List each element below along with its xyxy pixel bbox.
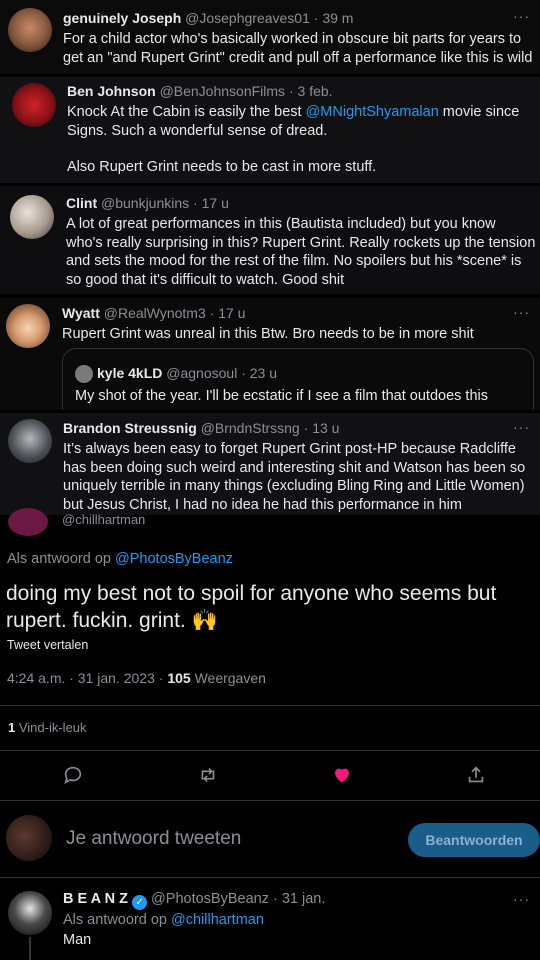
tweet-card-ben[interactable]: Ben Johnson @BenJohnsonFilms · 3 feb. Kn… [0, 77, 540, 183]
main-tweet-text: doing my best not to spoil for anyone wh… [6, 582, 497, 632]
translate-link[interactable]: Tweet vertalen [7, 638, 88, 652]
reply-to-handle[interactable]: @PhotosByBeanz [115, 551, 233, 567]
likes-stat[interactable]: 1 Vind-ik-leuk [8, 720, 87, 735]
avatar[interactable] [8, 891, 52, 935]
divider [0, 877, 540, 878]
tweet-card-wyatt[interactable]: Wyatt @RealWynotm3 · 17 u ··· Rupert Gri… [0, 298, 540, 410]
divider [0, 705, 540, 706]
avatar[interactable] [6, 304, 50, 348]
avatar[interactable] [8, 419, 52, 463]
reply-icon[interactable] [62, 764, 84, 786]
author-handle[interactable]: @Josephgreaves01 [185, 10, 310, 26]
tweet-time[interactable]: 17 u [202, 195, 229, 211]
retweet-icon[interactable] [197, 764, 219, 786]
tweet-time[interactable]: 13 u [312, 420, 339, 436]
cut-off-handle: @chillhartman [62, 512, 146, 527]
author-handle[interactable]: @RealWynotm3 [104, 305, 206, 321]
views-count: 105 [167, 670, 191, 686]
tweet-time[interactable]: 31 jan. [282, 891, 326, 907]
author-name[interactable]: B E A N Z [63, 891, 128, 907]
tweet-time[interactable]: 39 m [322, 10, 353, 26]
reply-to-prefix: Als antwoord op [63, 912, 172, 928]
more-options-icon[interactable]: ··· [513, 304, 530, 320]
views-label: Weergaven [190, 670, 266, 686]
cut-off-avatar [8, 508, 48, 536]
likes-label: Vind-ik-leuk [15, 720, 87, 735]
heart-icon[interactable] [331, 764, 353, 786]
tweet-text: For a child actor who's basically worked… [63, 31, 533, 66]
author-handle[interactable]: @BrndnStrssng [201, 420, 300, 436]
quote-text: My shot of the year. I'll be ecstatic if… [75, 388, 488, 404]
verified-badge-icon: ✓ [132, 895, 148, 910]
author-handle[interactable]: @BenJohnsonFilms [160, 83, 286, 99]
more-options-icon[interactable]: ··· [513, 419, 530, 435]
timestamp[interactable]: 4:24 a.m. · 31 jan. 2023 · [7, 670, 167, 686]
thread-line [29, 937, 31, 960]
divider [0, 750, 540, 751]
quoted-tweet[interactable]: kyle 4kLD @agnosoul · 23 u My shot of th… [62, 348, 534, 410]
more-options-icon[interactable]: ··· [513, 891, 530, 907]
more-options-icon[interactable]: ··· [513, 8, 530, 24]
dot-separator: · [241, 365, 246, 381]
author-name[interactable]: genuinely Joseph [63, 10, 181, 26]
dot-separator: · [303, 420, 309, 436]
dot-separator: · [272, 891, 278, 907]
tweet-text: Man [63, 932, 92, 948]
tweet-text: Rupert Grint was unreal in this Btw. Bro… [62, 326, 474, 342]
avatar[interactable] [10, 195, 54, 239]
tweet-text-part: Knock At the Cabin is easily the best [67, 104, 306, 120]
tweet-time[interactable]: 3 feb. [298, 83, 333, 99]
avatar [75, 365, 93, 383]
user-avatar[interactable] [6, 815, 52, 861]
dot-separator: · [313, 10, 319, 26]
tweet-text: Knock At the Cabin is easily the best @M… [67, 103, 527, 140]
quote-time: 23 u [249, 365, 278, 381]
tweet-text: A lot of great performances in this (Bau… [66, 216, 536, 288]
avatar[interactable] [8, 8, 52, 52]
reply-to-handle[interactable]: @chillhartman [171, 912, 264, 928]
tweet-card-joseph[interactable]: genuinely Joseph @Josephgreaves01 · 39 m… [0, 0, 540, 74]
tweet-card-brandon[interactable]: Brandon Streussnig @BrndnStrssng · 13 u … [0, 413, 540, 515]
author-name[interactable]: Ben Johnson [67, 83, 156, 99]
reply-input[interactable]: Je antwoord tweeten [66, 828, 241, 850]
tweet-time[interactable]: 17 u [218, 305, 245, 321]
tweet-card-clint[interactable]: Clint @bunkjunkins · 17 u A lot of great… [0, 186, 540, 294]
avatar[interactable] [12, 83, 56, 127]
author-name[interactable]: Clint [66, 195, 97, 211]
share-icon[interactable] [465, 764, 487, 786]
mention-link[interactable]: @MNightShyamalan [306, 104, 439, 120]
quote-author-name: kyle 4kLD [97, 365, 163, 381]
dot-separator: · [193, 195, 198, 211]
author-name[interactable]: Brandon Streussnig [63, 420, 197, 436]
dot-separator: · [288, 83, 294, 99]
divider [0, 800, 540, 801]
author-handle[interactable]: @PhotosByBeanz [151, 891, 269, 907]
dot-separator: · [209, 305, 215, 321]
reply-to-prefix: Als antwoord op [7, 551, 116, 567]
quote-author-handle: @agnosoul [166, 365, 238, 381]
author-handle[interactable]: @bunkjunkins [101, 195, 189, 211]
tweet-text: It’s always been easy to forget Rupert G… [63, 441, 526, 513]
author-name[interactable]: Wyatt [62, 305, 100, 321]
tweet-text-second-paragraph: Also Rupert Grint needs to be cast in mo… [67, 159, 377, 175]
reply-button[interactable]: Beantwoorden [408, 823, 540, 857]
